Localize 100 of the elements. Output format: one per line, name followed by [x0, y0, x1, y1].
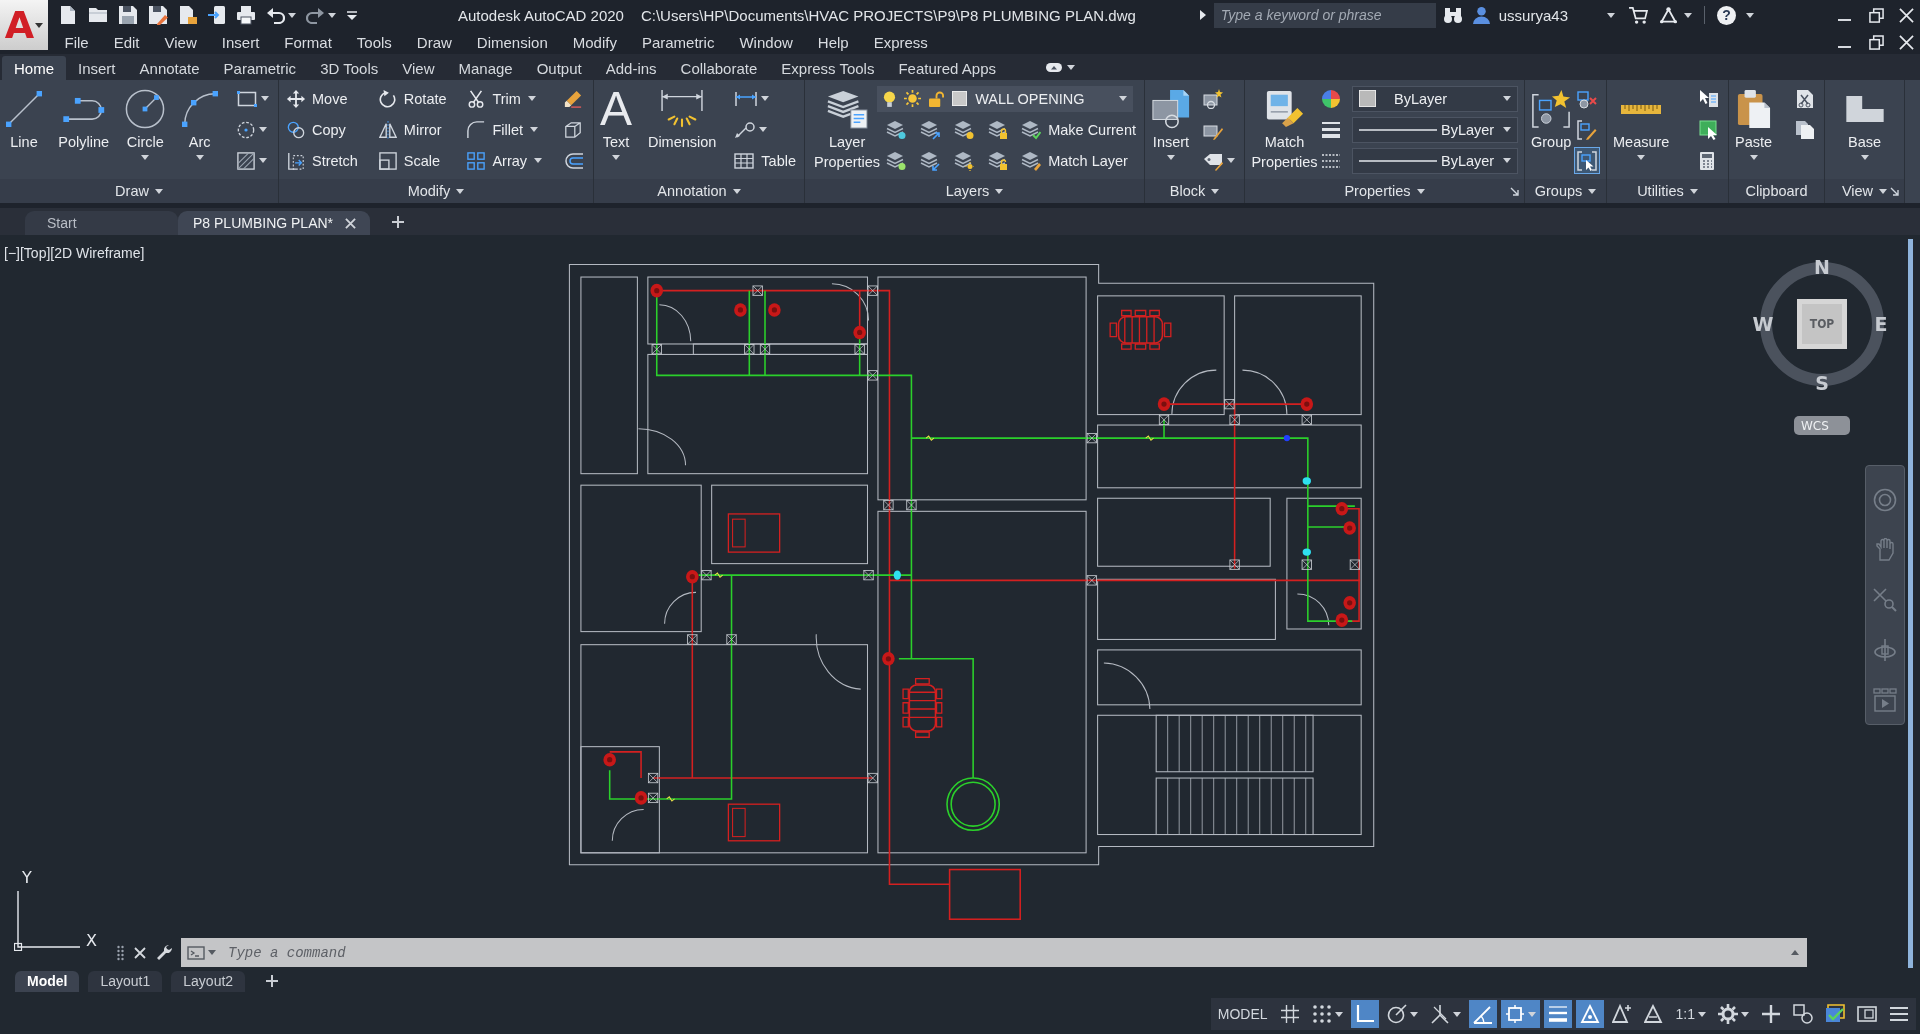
match-properties-button[interactable]: Match Properties: [1251, 84, 1318, 172]
viewport-controls[interactable]: [−][Top][2D Wireframe]: [4, 245, 145, 261]
dialog-launcher-icon[interactable]: [1890, 186, 1899, 196]
ribbon-tab[interactable]: Express Tools: [769, 56, 887, 80]
ribbon-tab[interactable]: Parametric: [211, 56, 309, 80]
compass-letter[interactable]: W: [1752, 313, 1774, 335]
model-space-button[interactable]: MODEL: [1213, 1000, 1272, 1028]
make-current-button[interactable]: Make Current: [1019, 116, 1138, 143]
plus-icon[interactable]: [266, 975, 279, 987]
app-menu-button[interactable]: A: [0, 0, 48, 50]
fillet-button[interactable]: Fillet: [465, 116, 541, 143]
menu-item[interactable]: Modify: [560, 33, 630, 51]
dialog-launcher-icon[interactable]: [1510, 186, 1519, 196]
match-layer-button[interactable]: Match Layer: [1019, 147, 1130, 174]
rotate-button[interactable]: Rotate: [376, 85, 449, 112]
recent-commands-button[interactable]: [187, 945, 216, 960]
layout-tab[interactable]: Layout2: [171, 970, 246, 992]
panel-title-button[interactable]: Layers: [945, 183, 1004, 199]
panel-title-button[interactable]: Properties: [1344, 183, 1425, 199]
move-button[interactable]: Move: [285, 85, 350, 112]
panel-title-button[interactable]: Draw: [115, 183, 163, 199]
user-account-button[interactable]: ussurya43: [1472, 6, 1615, 24]
compass-letter[interactable]: S: [1811, 372, 1833, 394]
close-icon[interactable]: [1899, 34, 1914, 50]
layer-dropdown[interactable]: WALL OPENING: [877, 85, 1134, 112]
file-tab[interactable]: P8 PLUMBING PLAN*: [178, 211, 371, 235]
connect-menu-button[interactable]: [1660, 6, 1692, 24]
angle-button[interactable]: [1468, 1000, 1497, 1028]
ribbon-tab[interactable]: Collaborate: [668, 56, 770, 80]
new-file-icon[interactable]: [58, 5, 78, 25]
group-button[interactable]: Group: [1531, 84, 1572, 152]
search-field[interactable]: Type a keyword or phrase: [1213, 2, 1436, 28]
view-cube-face[interactable]: TOP: [1797, 299, 1847, 349]
compass-letter[interactable]: E: [1870, 313, 1892, 335]
redo-button[interactable]: [306, 6, 336, 24]
panel-title-button[interactable]: Modify: [407, 183, 465, 199]
scale-button[interactable]: Scale: [376, 147, 443, 174]
array-button[interactable]: Array: [465, 147, 545, 174]
base-button[interactable]: Base: [1844, 84, 1885, 160]
circle-button[interactable]: Circle: [125, 84, 166, 160]
ribbon-tab[interactable]: 3D Tools: [308, 56, 391, 80]
menu-item[interactable]: Parametric: [629, 33, 727, 51]
menu-item[interactable]: Draw: [404, 33, 465, 51]
menu-item[interactable]: Window: [726, 33, 806, 51]
object-snap-button[interactable]: [1500, 1000, 1540, 1028]
customize-icon[interactable]: [346, 10, 358, 20]
ortho-button[interactable]: [1350, 1000, 1379, 1028]
menu-item[interactable]: Tools: [344, 33, 405, 51]
restore-icon[interactable]: [1869, 34, 1884, 50]
mirror-button[interactable]: Mirror: [376, 116, 444, 143]
color-dropdown[interactable]: ByLayer: [1352, 85, 1518, 112]
menu-item[interactable]: Insert: [209, 33, 272, 51]
close-icon[interactable]: [134, 946, 146, 959]
copy-button[interactable]: Copy: [285, 116, 348, 143]
paste-button[interactable]: Paste: [1735, 84, 1773, 160]
tablet-arrow-icon[interactable]: [208, 5, 226, 25]
grip-icon[interactable]: [117, 944, 124, 961]
menu-item[interactable]: Express: [861, 33, 941, 51]
annotation-scale-button[interactable]: 1:1: [1671, 1000, 1710, 1028]
ribbon-tab[interactable]: Annotate: [127, 56, 212, 80]
printer-icon[interactable]: [236, 5, 256, 25]
ribbon-tab[interactable]: Add-ins: [593, 56, 669, 80]
wrench-icon[interactable]: [156, 944, 173, 961]
menu-item[interactable]: Help: [805, 33, 862, 51]
layout-tab[interactable]: Layout1: [88, 970, 163, 992]
page-box-icon[interactable]: [178, 5, 198, 25]
insert-button[interactable]: Insert: [1151, 84, 1191, 160]
lineweight-dropdown[interactable]: ByLayer: [1352, 116, 1518, 143]
chevron-right-icon[interactable]: [1199, 10, 1206, 20]
menu-item[interactable]: File: [52, 33, 102, 51]
annotation-monitor-button[interactable]: [1575, 1000, 1604, 1028]
menu-item[interactable]: Dimension: [464, 33, 561, 51]
text-button[interactable]: A Text: [600, 84, 632, 160]
file-tab[interactable]: Start: [25, 211, 178, 235]
close-icon[interactable]: [1899, 7, 1914, 23]
compass-letter[interactable]: N: [1811, 256, 1833, 278]
caret-up-icon[interactable]: [1791, 950, 1799, 955]
measure-button[interactable]: Measure: [1613, 84, 1670, 160]
ribbon-tab[interactable]: Insert: [66, 56, 128, 80]
ribbon-tab[interactable]: Manage: [446, 56, 525, 80]
linetype-dropdown[interactable]: ByLayer: [1352, 147, 1518, 174]
binoculars-icon[interactable]: [1443, 7, 1462, 23]
save-icon[interactable]: [118, 5, 138, 25]
folder-icon[interactable]: [88, 8, 108, 22]
cart-icon[interactable]: [1629, 6, 1648, 24]
lineweight-button[interactable]: [1543, 1000, 1572, 1028]
command-input[interactable]: Type a command: [224, 940, 1783, 965]
layout-tab[interactable]: Model: [15, 970, 80, 992]
stretch-button[interactable]: Stretch: [285, 147, 360, 174]
arc-button[interactable]: Arc: [181, 84, 218, 160]
group-selection-button[interactable]: [1574, 147, 1600, 174]
save-as-icon[interactable]: [148, 5, 168, 25]
menu-item[interactable]: View: [152, 33, 210, 51]
trim-button[interactable]: Trim: [465, 85, 538, 112]
menu-item[interactable]: Format: [271, 33, 345, 51]
line-button[interactable]: Line: [6, 84, 42, 152]
ribbon-tab[interactable]: Home: [2, 56, 66, 80]
ribbon-tab[interactable]: Output: [524, 56, 594, 80]
restore-icon[interactable]: [1869, 7, 1884, 23]
dimension-button[interactable]: Dimension: [647, 84, 717, 152]
